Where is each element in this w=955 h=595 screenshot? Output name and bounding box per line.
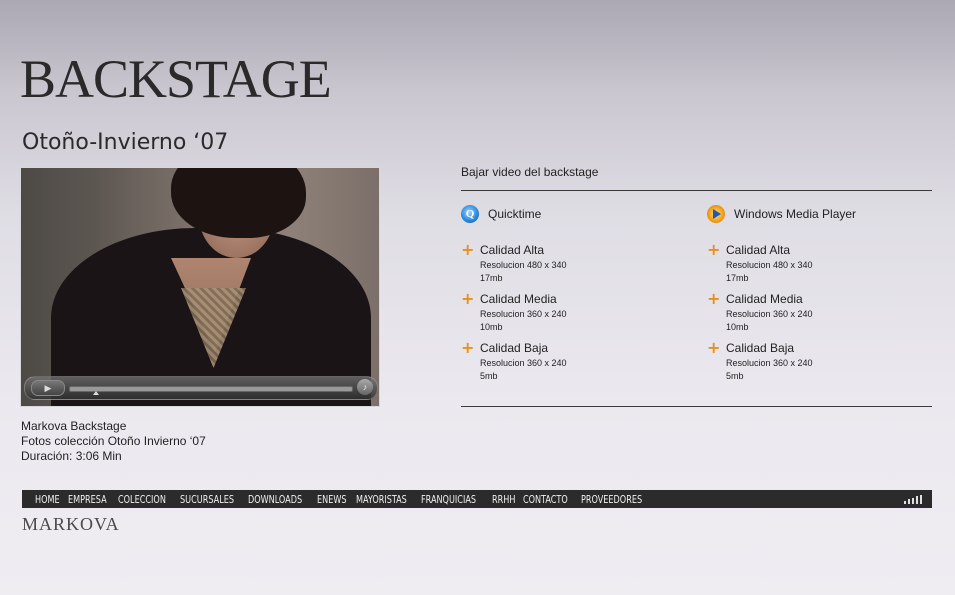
video-controls: ▶ ♪ (24, 376, 378, 400)
file-size: 17mb (726, 273, 749, 283)
plus-icon: + (707, 240, 721, 259)
file-size: 5mb (480, 371, 498, 381)
scrub-handle[interactable] (93, 391, 99, 395)
file-size: 17mb (480, 273, 503, 283)
wmp-link[interactable]: Windows Media Player (707, 203, 937, 225)
quality-label[interactable]: Calidad Media (726, 292, 937, 306)
quality-label[interactable]: Calidad Baja (726, 341, 937, 355)
caption-line: Fotos colección Otoño Invierno ‘07 (21, 434, 206, 448)
nav-item-franquicias[interactable]: FRANQUICIAS (421, 493, 476, 506)
file-size: 10mb (480, 322, 503, 332)
nav-item-rrhh[interactable]: RRHH (492, 493, 515, 506)
resolution: Resolucion 360 x 240 (726, 309, 813, 319)
plus-icon: + (461, 338, 475, 357)
nav-item-home[interactable]: HOME (35, 493, 60, 506)
plus-icon: + (461, 240, 475, 259)
main-nav: HOME EMPRESA COLECCION SUCURSALES DOWNLO… (22, 490, 932, 508)
volume-icon[interactable]: ♪ (357, 379, 373, 395)
nav-item-coleccion[interactable]: COLECCION (118, 493, 166, 506)
download-title: Bajar video del backstage (461, 165, 599, 179)
player-name: Quicktime (488, 207, 542, 221)
player-name: Windows Media Player (734, 207, 857, 221)
download-option[interactable]: + Calidad Baja Resolucion 360 x 240 5mb (707, 338, 937, 390)
page-subtitle: Otoño-Invierno ‘07 (22, 130, 229, 155)
download-option[interactable]: + Calidad Alta Resolucion 480 x 340 17mb (461, 240, 691, 292)
download-option[interactable]: + Calidad Alta Resolucion 480 x 340 17mb (707, 240, 937, 292)
download-option[interactable]: + Calidad Baja Resolucion 360 x 240 5mb (461, 338, 691, 390)
video-caption: Markova Backstage Fotos colección Otoño … (21, 419, 206, 464)
resolution: Resolucion 360 x 240 (726, 358, 813, 368)
quicktime-link[interactable]: Q Quicktime (461, 203, 691, 225)
resolution: Resolucion 480 x 340 (726, 260, 813, 270)
plus-icon: + (707, 338, 721, 357)
divider (461, 406, 932, 407)
caption-line: Markova Backstage (21, 419, 127, 433)
quality-label[interactable]: Calidad Alta (480, 243, 691, 257)
plus-icon: + (707, 289, 721, 308)
quicktime-icon: Q (461, 205, 479, 223)
video-player[interactable]: ▶ ♪ (20, 167, 380, 407)
nav-item-downloads[interactable]: DOWNLOADS (248, 493, 302, 506)
nav-item-enews[interactable]: ENEWS (317, 493, 347, 506)
nav-item-empresa[interactable]: EMPRESA (68, 493, 107, 506)
nav-item-mayoristas[interactable]: MAYORISTAS (356, 493, 407, 506)
resolution: Resolucion 360 x 240 (480, 358, 567, 368)
video-scrubber[interactable] (69, 386, 353, 392)
wmp-column: Windows Media Player + Calidad Alta Reso… (707, 203, 937, 390)
nav-item-proveedores[interactable]: PROVEEDORES (581, 493, 642, 506)
plus-icon: + (461, 289, 475, 308)
divider (461, 190, 932, 191)
nav-item-sucursales[interactable]: SUCURSALES (180, 493, 234, 506)
page-title: BACKSTAGE (20, 49, 332, 109)
caption-line: Duración: 3:06 Min (21, 449, 122, 463)
brand-logo[interactable]: MARKOVA (22, 514, 120, 535)
quicktime-column: Q Quicktime + Calidad Alta Resolucion 48… (461, 203, 691, 390)
play-icon[interactable]: ▶ (31, 380, 65, 396)
resolution: Resolucion 360 x 240 (480, 309, 567, 319)
resolution: Resolucion 480 x 340 (480, 260, 567, 270)
quality-label[interactable]: Calidad Baja (480, 341, 691, 355)
windows-media-player-icon (707, 205, 725, 223)
sound-bars-icon[interactable] (904, 495, 922, 504)
quality-label[interactable]: Calidad Media (480, 292, 691, 306)
file-size: 5mb (726, 371, 744, 381)
file-size: 10mb (726, 322, 749, 332)
download-option[interactable]: + Calidad Media Resolucion 360 x 240 10m… (707, 289, 937, 341)
quality-label[interactable]: Calidad Alta (726, 243, 937, 257)
download-option[interactable]: + Calidad Media Resolucion 360 x 240 10m… (461, 289, 691, 341)
nav-item-contacto[interactable]: CONTACTO (523, 493, 568, 506)
